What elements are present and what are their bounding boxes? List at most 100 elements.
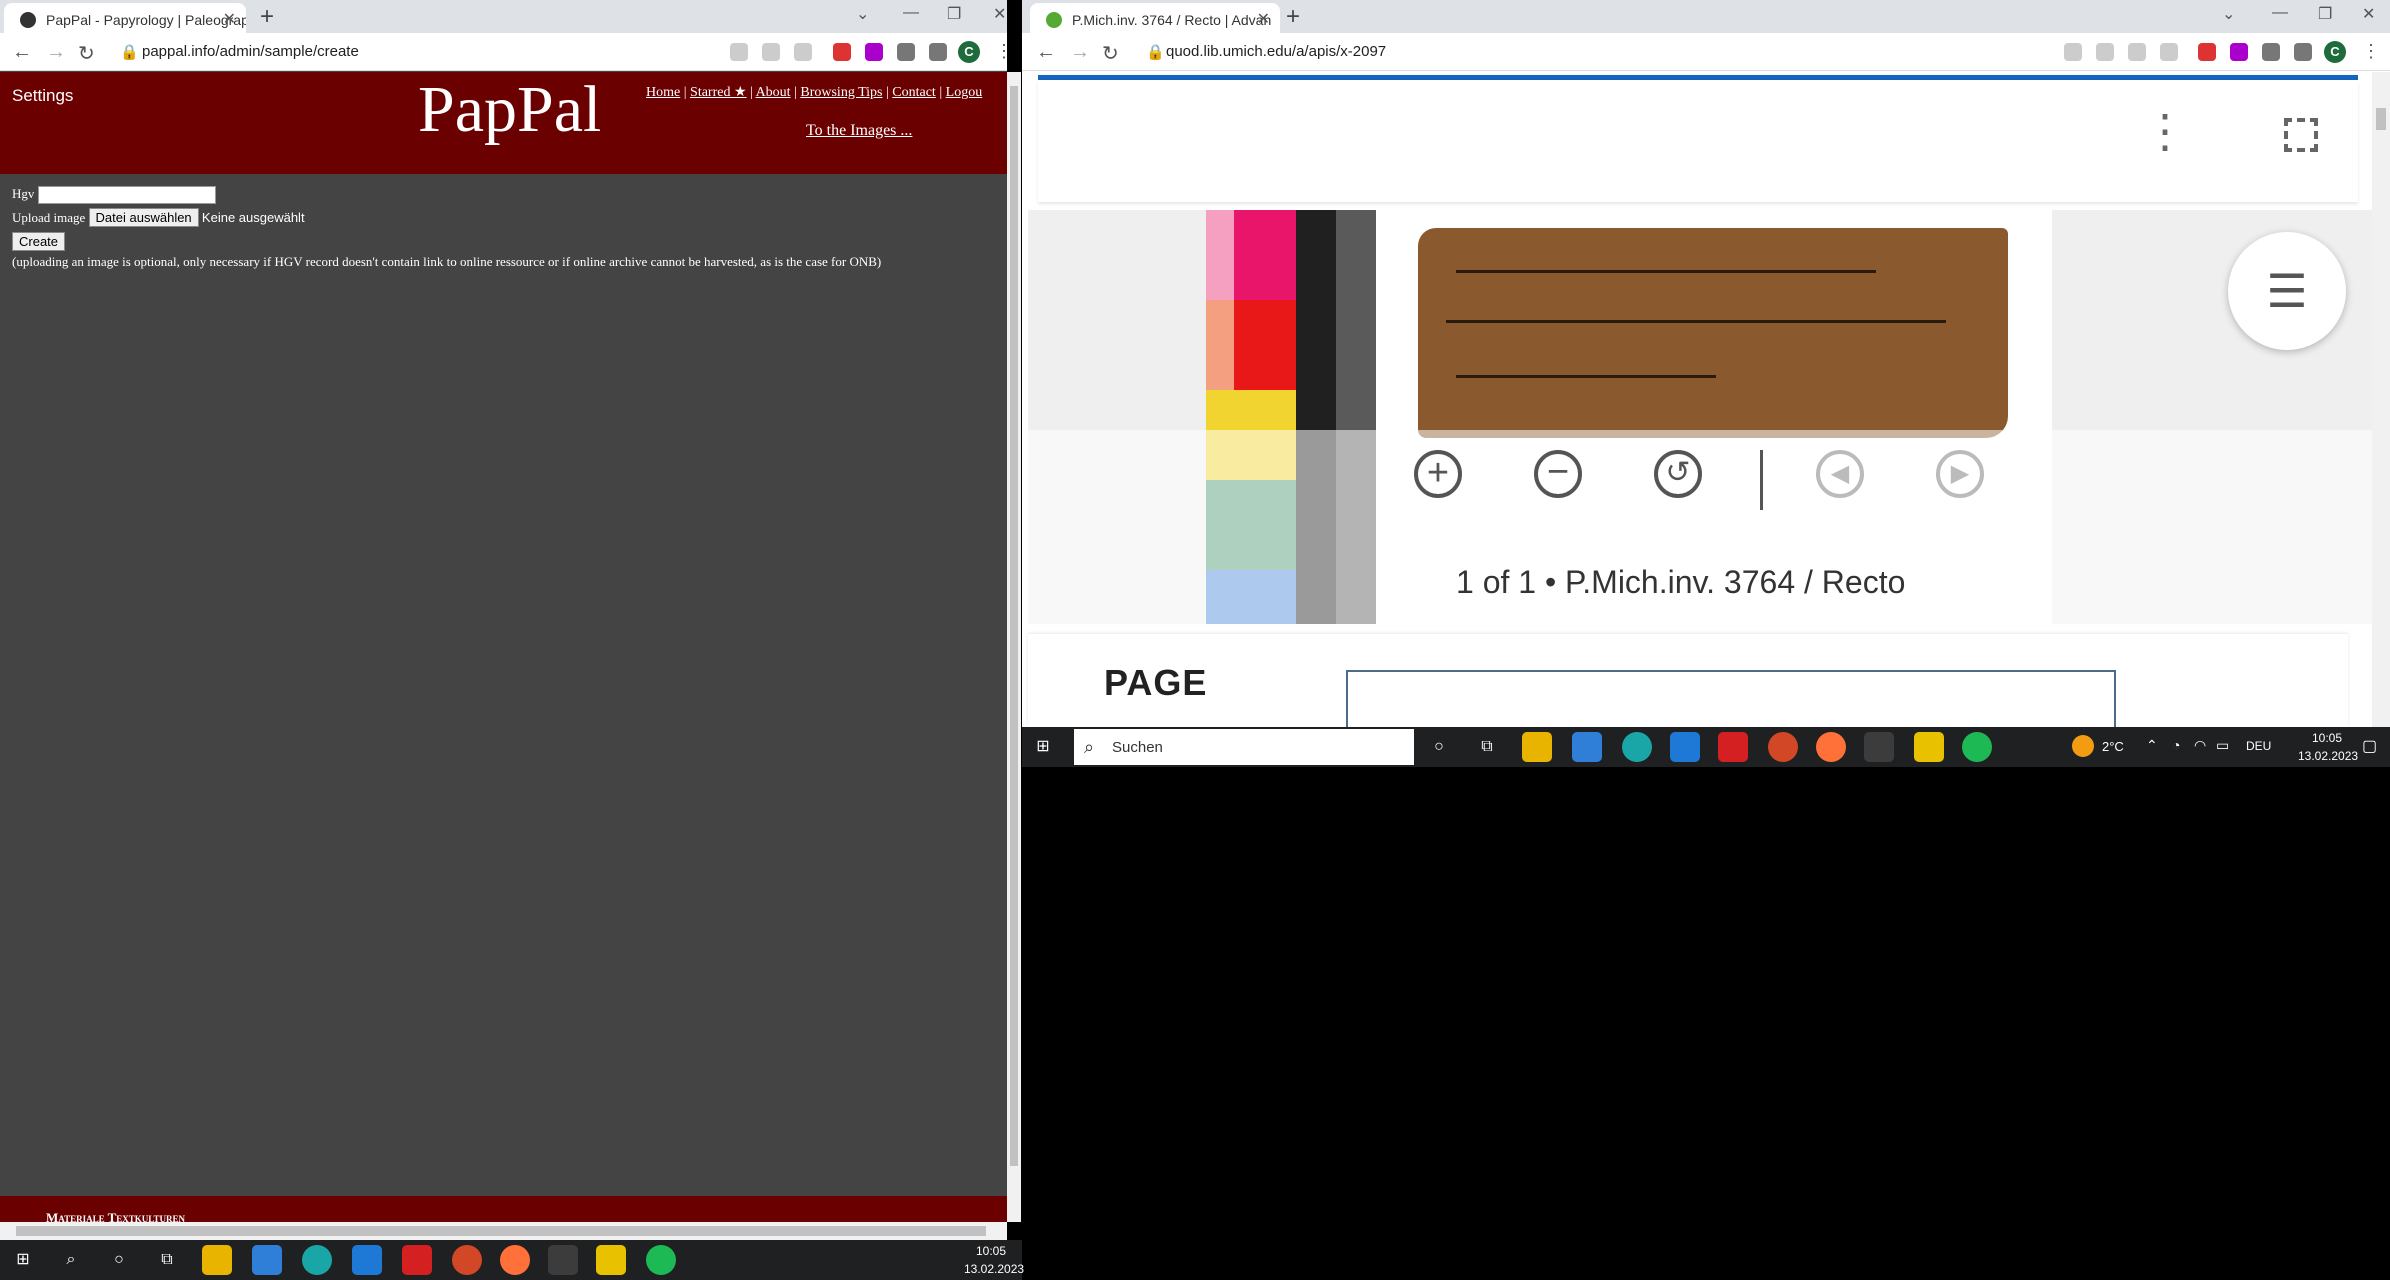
spotify-icon[interactable] xyxy=(1962,732,1992,762)
reset-zoom-icon[interactable]: ↺ xyxy=(1654,450,1702,498)
address-bar[interactable]: pappal.info/admin/sample/create xyxy=(142,43,359,60)
temperature[interactable]: 2°C xyxy=(2102,739,2124,754)
scroll-thumb[interactable] xyxy=(2376,108,2386,130)
weather-icon[interactable] xyxy=(2072,735,2094,757)
zoom-icon[interactable] xyxy=(2096,43,2114,61)
edge-icon[interactable] xyxy=(1622,732,1652,762)
restore-button[interactable]: ❐ xyxy=(947,4,961,24)
task-view-icon[interactable]: ⧉ xyxy=(1472,732,1502,762)
powerpoint-icon[interactable] xyxy=(452,1245,482,1275)
file-choose-button[interactable]: Datei auswählen xyxy=(88,208,199,227)
clock-date[interactable]: 13.02.2023 xyxy=(964,1262,1024,1276)
windows-start-icon[interactable]: ⊞ xyxy=(8,1245,38,1275)
nav-home[interactable]: Home xyxy=(646,85,680,100)
translate-icon[interactable] xyxy=(2064,43,2082,61)
nav-about[interactable]: About xyxy=(756,85,791,100)
back-icon[interactable]: ← xyxy=(12,41,32,64)
spotify-icon[interactable] xyxy=(646,1245,676,1275)
tray-network-icon[interactable]: ◔ xyxy=(2172,737,2180,753)
previous-page-icon[interactable]: ◀ xyxy=(1816,450,1864,498)
extension-red-icon[interactable] xyxy=(2198,43,2216,61)
clock-time[interactable]: 10:05 xyxy=(976,1244,1006,1258)
profile-avatar[interactable]: C xyxy=(958,41,980,63)
new-tab-button[interactable]: + xyxy=(260,3,274,31)
extensions-puzzle-icon[interactable] xyxy=(2262,43,2280,61)
pappal-logo[interactable]: PapPal xyxy=(418,72,601,148)
file-explorer-icon[interactable] xyxy=(1522,732,1552,762)
share-icon[interactable] xyxy=(2128,43,2146,61)
forward-icon[interactable]: → xyxy=(1070,41,1090,64)
store-icon[interactable] xyxy=(1572,732,1602,762)
scroll-thumb[interactable] xyxy=(1010,86,1018,1166)
menu-icon[interactable]: ⋮ xyxy=(995,41,1013,62)
close-tab-icon[interactable]: ✕ xyxy=(223,9,236,29)
windows-start-icon[interactable]: ⊞ xyxy=(1028,732,1058,762)
sidepanel-icon[interactable] xyxy=(2294,43,2312,61)
nav-browsing-tips[interactable]: Browsing Tips xyxy=(800,85,882,100)
address-bar[interactable]: quod.lib.umich.edu/a/apis/x-2097 xyxy=(1166,43,1386,60)
profile-avatar[interactable]: C xyxy=(2324,41,2346,63)
notification-icon[interactable]: ▢ xyxy=(2362,736,2377,756)
file-explorer-icon[interactable] xyxy=(202,1245,232,1275)
translate-icon[interactable] xyxy=(730,43,748,61)
extension-purple-icon[interactable] xyxy=(2230,43,2248,61)
sidepanel-icon[interactable] xyxy=(929,43,947,61)
vertical-scrollbar[interactable] xyxy=(2372,72,2390,727)
cortana-icon[interactable]: ○ xyxy=(1424,732,1454,762)
tab-search-icon[interactable]: ⌄ xyxy=(2222,4,2235,24)
reload-icon[interactable]: ↻ xyxy=(78,41,95,66)
hgv-input[interactable] xyxy=(37,186,216,205)
create-button[interactable]: Create xyxy=(12,232,66,251)
bookmark-star-icon[interactable] xyxy=(794,43,812,61)
chrome-icon[interactable] xyxy=(1864,732,1894,762)
tray-battery-icon[interactable]: ▭ xyxy=(2216,737,2229,754)
sticky-notes-icon[interactable] xyxy=(1914,732,1944,762)
new-tab-button[interactable]: + xyxy=(1286,3,1300,31)
tray-wifi-icon[interactable]: ◠ xyxy=(2194,737,2206,754)
fullscreen-icon[interactable] xyxy=(2284,118,2318,152)
page-input-box[interactable] xyxy=(1346,670,2116,727)
cortana-icon[interactable]: ○ xyxy=(104,1245,134,1275)
store-icon[interactable] xyxy=(252,1245,282,1275)
acrobat-icon[interactable] xyxy=(1718,732,1748,762)
powerpoint-icon[interactable] xyxy=(1768,732,1798,762)
share-icon[interactable] xyxy=(762,43,780,61)
nav-contact[interactable]: Contact xyxy=(892,85,936,100)
close-window-button[interactable]: ✕ xyxy=(2362,4,2375,24)
tab-pappal[interactable]: PapPal - Papyrology | Paleograph ✕ xyxy=(4,3,246,33)
tab-apis[interactable]: P.Mich.inv. 3764 / Recto | Advan ✕ xyxy=(1030,3,1280,33)
back-icon[interactable]: ← xyxy=(1036,41,1056,64)
firefox-icon[interactable] xyxy=(1816,732,1846,762)
horizontal-scrollbar[interactable] xyxy=(0,1222,1007,1240)
sticky-notes-icon[interactable] xyxy=(596,1245,626,1275)
clock-date[interactable]: 13.02.2023 xyxy=(2298,749,2358,763)
restore-button[interactable]: ❐ xyxy=(2318,4,2332,24)
minimize-button[interactable]: — xyxy=(2272,4,2288,22)
mail-icon[interactable] xyxy=(352,1245,382,1275)
minimize-button[interactable]: — xyxy=(903,4,919,22)
clock-time[interactable]: 10:05 xyxy=(2312,731,2342,745)
more-options-icon[interactable]: ⋮ xyxy=(2142,108,2188,154)
zoom-out-icon[interactable]: − xyxy=(1534,450,1582,498)
extension-purple-icon[interactable] xyxy=(865,43,883,61)
nav-starred[interactable]: Starred ★ xyxy=(690,85,746,100)
edge-icon[interactable] xyxy=(302,1245,332,1275)
close-window-button[interactable]: ✕ xyxy=(993,4,1006,24)
menu-icon[interactable]: ⋮ xyxy=(2362,41,2380,62)
nav-logout[interactable]: Logou xyxy=(946,85,983,100)
tab-search-icon[interactable]: ⌄ xyxy=(856,4,869,24)
forward-icon[interactable]: → xyxy=(46,41,66,64)
extensions-puzzle-icon[interactable] xyxy=(897,43,915,61)
adjust-settings-icon[interactable]: ☰ xyxy=(2228,232,2346,350)
firefox-icon[interactable] xyxy=(500,1245,530,1275)
chrome-icon[interactable] xyxy=(548,1245,578,1275)
next-page-icon[interactable]: ▶ xyxy=(1936,450,1984,498)
vertical-scrollbar[interactable] xyxy=(1007,72,1021,1222)
reload-icon[interactable]: ↻ xyxy=(1102,41,1119,66)
settings-link[interactable]: Settings xyxy=(12,86,73,106)
scroll-thumb[interactable] xyxy=(16,1226,986,1236)
close-tab-icon[interactable]: ✕ xyxy=(1257,9,1270,29)
bookmark-star-icon[interactable] xyxy=(2160,43,2178,61)
acrobat-icon[interactable] xyxy=(402,1245,432,1275)
zoom-in-icon[interactable]: + xyxy=(1414,450,1462,498)
